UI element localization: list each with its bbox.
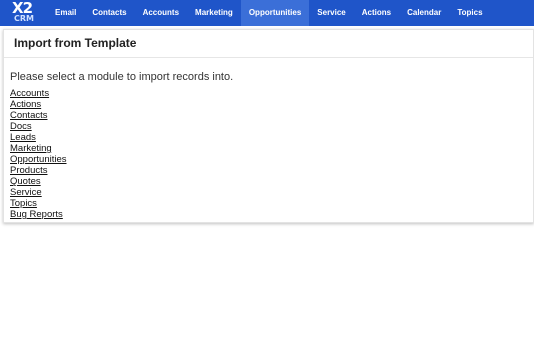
list-item: Leads — [10, 132, 67, 143]
module-link-docs[interactable]: Docs — [10, 121, 32, 132]
nav-item-marketing[interactable]: Marketing — [187, 0, 241, 26]
module-link-accounts[interactable]: Accounts — [10, 88, 49, 99]
list-item: Accounts — [10, 88, 67, 99]
module-link-topics[interactable]: Topics — [10, 198, 37, 209]
list-item: Topics — [10, 198, 67, 209]
nav-item-contacts[interactable]: Contacts — [84, 0, 134, 26]
list-item: Opportunities — [10, 154, 67, 165]
nav-item-service[interactable]: Service — [309, 0, 353, 26]
x2crm-logo[interactable]: X2 CRM — [11, 0, 47, 26]
nav-item-opportunities[interactable]: Opportunities — [240, 0, 310, 26]
import-panel: Import from Template Please select a mod… — [3, 29, 534, 223]
module-link-contacts[interactable]: Contacts — [10, 110, 48, 121]
list-item: Quotes — [10, 176, 67, 187]
list-item: Actions — [10, 99, 67, 110]
module-link-quotes[interactable]: Quotes — [10, 176, 41, 187]
list-item: Bug Reports — [10, 209, 67, 220]
module-link-marketing[interactable]: Marketing — [10, 143, 52, 154]
nav-item-actions[interactable]: Actions — [354, 0, 399, 26]
module-link-leads[interactable]: Leads — [10, 132, 36, 143]
top-nav-bar: X2 CRM Email Contacts Accounts Marketing… — [0, 0, 534, 26]
module-link-bug-reports[interactable]: Bug Reports — [10, 209, 63, 220]
nav-item-accounts[interactable]: Accounts — [135, 0, 187, 26]
page-title: Import from Template — [14, 36, 137, 50]
list-item: Contacts — [10, 110, 67, 121]
module-link-opportunities[interactable]: Opportunities — [10, 154, 67, 165]
title-divider — [4, 57, 533, 58]
logo-crm-text: CRM — [14, 14, 34, 23]
list-item: Marketing — [10, 143, 67, 154]
list-item: Products — [10, 165, 67, 176]
logo-x2-text: X2 — [12, 0, 33, 17]
nav-item-calendar[interactable]: Calendar — [399, 0, 449, 26]
list-item: Docs — [10, 121, 67, 132]
nav-item-email[interactable]: Email — [47, 0, 84, 26]
nav-item-topics[interactable]: Topics — [449, 0, 490, 26]
list-item: Service — [10, 187, 67, 198]
module-list: Accounts Actions Contacts Docs Leads Mar… — [10, 88, 67, 220]
nav-menu: Email Contacts Accounts Marketing Opport… — [47, 0, 491, 26]
module-link-actions[interactable]: Actions — [10, 99, 41, 110]
module-link-service[interactable]: Service — [10, 187, 42, 198]
instruction-text: Please select a module to import records… — [10, 71, 234, 83]
module-link-products[interactable]: Products — [10, 165, 48, 176]
